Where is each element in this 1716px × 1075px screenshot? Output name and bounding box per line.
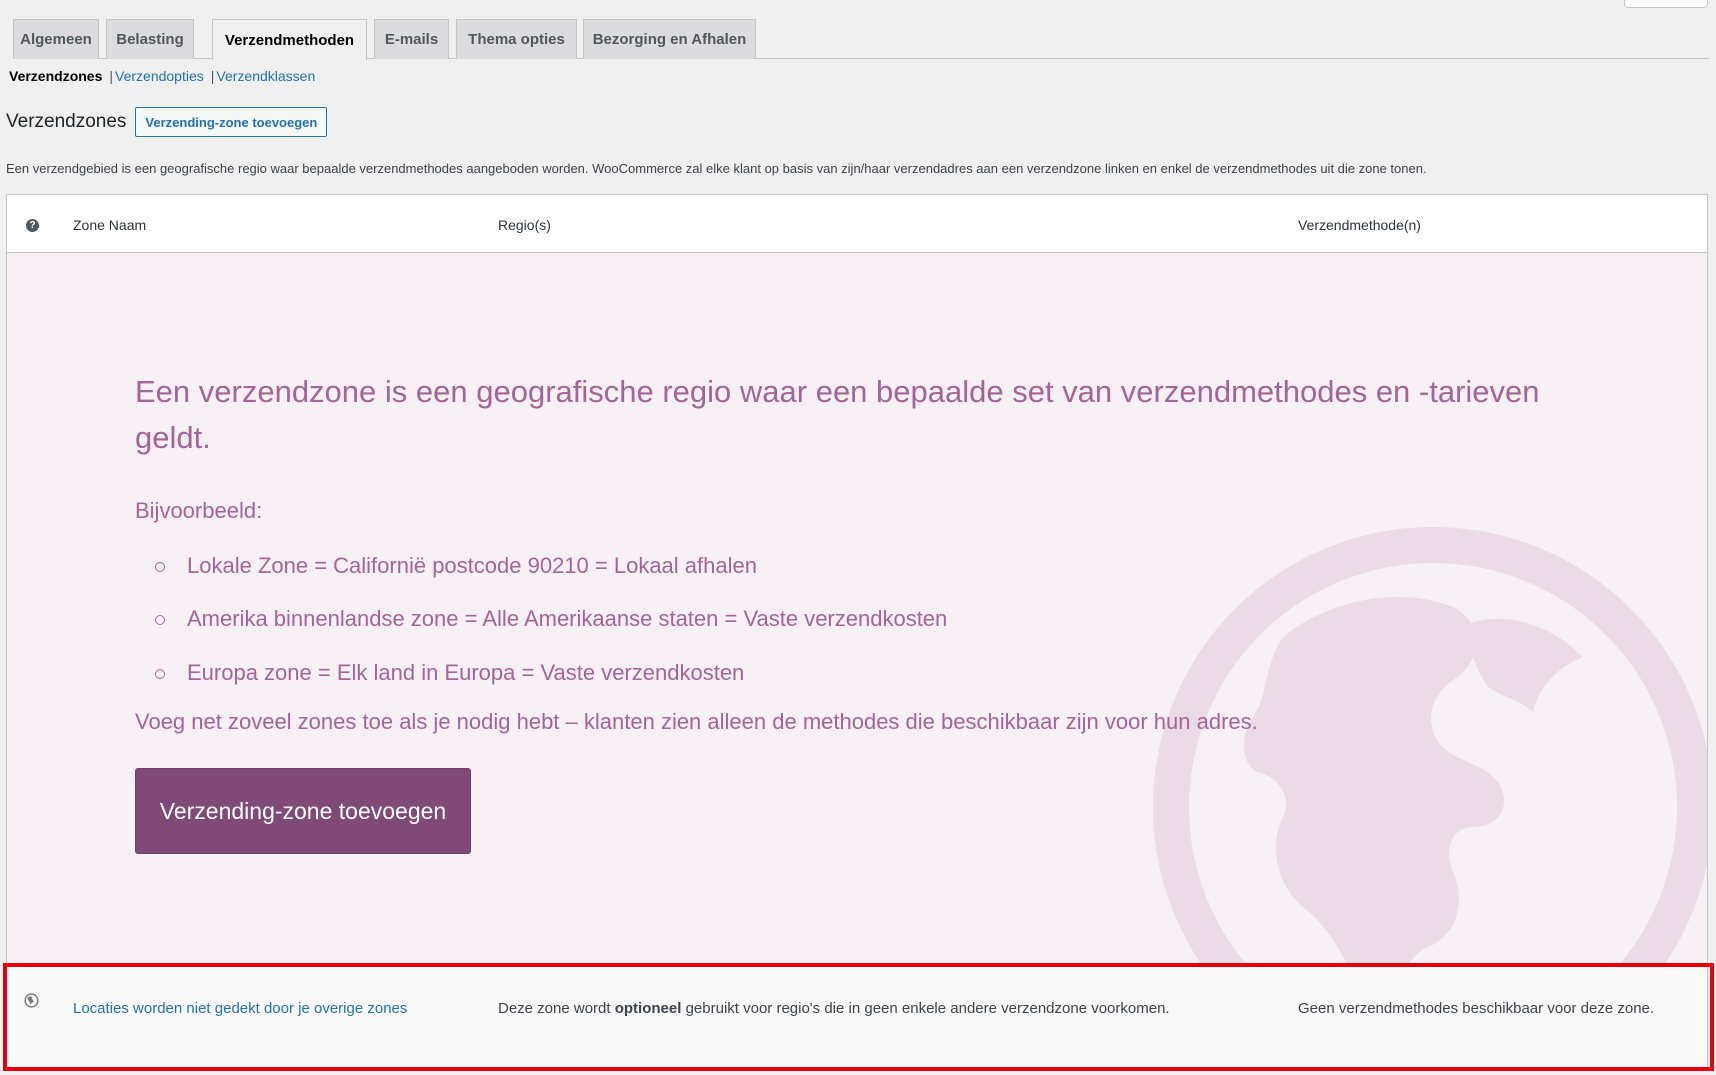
tab-belasting[interactable]: Belasting	[106, 19, 194, 59]
tab-verzendmethoden[interactable]: Verzendmethoden	[212, 19, 367, 60]
rest-of-world-link[interactable]: Locaties worden niet gedekt door je over…	[73, 1000, 407, 1017]
add-zone-primary-button[interactable]: Verzending-zone toevoegen	[135, 768, 471, 854]
subnav-verzendzones[interactable]: Verzendzones	[9, 68, 102, 84]
bullet-icon	[155, 562, 165, 572]
subnav-separator: |	[210, 68, 215, 84]
subnav-separator: |	[109, 68, 114, 84]
subnav-verzendopties[interactable]: Verzendopties	[115, 68, 204, 84]
blank-state: Een verzendzone is een geografische regi…	[7, 253, 1707, 965]
blank-state-footer: Voeg net zoveel zones toe als je nodig h…	[135, 709, 1258, 734]
tab-thema-opties[interactable]: Thema opties	[456, 19, 577, 59]
list-item: Amerika binnenlandse zone = Alle Amerika…	[155, 606, 947, 632]
shipping-subnav: Verzendzones | Verzendopties | Verzendkl…	[9, 68, 315, 84]
tab-e-mails[interactable]: E-mails	[374, 19, 449, 59]
rest-of-world-description: Deze zone wordt optioneel gebruikt voor …	[498, 1000, 1170, 1017]
intro-text: Een verzendgebied is een geografische re…	[6, 161, 1427, 176]
add-zone-button[interactable]: Verzending-zone toevoegen	[135, 107, 328, 137]
example-label: Bijvoorbeeld:	[135, 498, 263, 523]
rest-of-world-row: Locaties worden niet gedekt door je over…	[7, 966, 1707, 1067]
globe-icon	[24, 993, 39, 1008]
help-icon[interactable]: ?	[26, 219, 39, 232]
tab-algemeen[interactable]: Algemeen	[13, 19, 99, 59]
column-header-regions: Regio(s)	[498, 217, 551, 233]
page-title: Verzendzones	[6, 111, 127, 132]
settings-tabs: Algemeen Belasting Verzendmethoden E-mai…	[13, 19, 1709, 60]
screen-options-button[interactable]	[1624, 0, 1708, 8]
page-heading: Verzendzones Verzending-zone toevoegen	[6, 107, 328, 137]
subnav-verzendklassen[interactable]: Verzendklassen	[216, 68, 315, 84]
column-header-zone-name: Zone Naam	[73, 217, 147, 233]
tab-bezorging-en-afhalen[interactable]: Bezorging en Afhalen	[583, 19, 756, 59]
list-item: Lokale Zone = Californië postcode 90210 …	[155, 553, 757, 579]
bullet-icon	[155, 615, 165, 625]
rest-of-world-methods: Geen verzendmethodes beschikbaar voor de…	[1298, 1000, 1655, 1017]
list-item: Europa zone = Elk land in Europa = Vaste…	[155, 660, 744, 686]
bullet-icon	[155, 669, 165, 679]
blank-state-title: Een verzendzone is een geografische regi…	[135, 374, 1540, 455]
table-header: ? Zone Naam Regio(s) Verzendmethode(n)	[7, 195, 1707, 253]
column-header-methods: Verzendmethode(n)	[1298, 217, 1421, 233]
shipping-zones-table: ? Zone Naam Regio(s) Verzendmethode(n) E…	[6, 194, 1708, 1068]
globe-icon	[1153, 527, 1707, 965]
